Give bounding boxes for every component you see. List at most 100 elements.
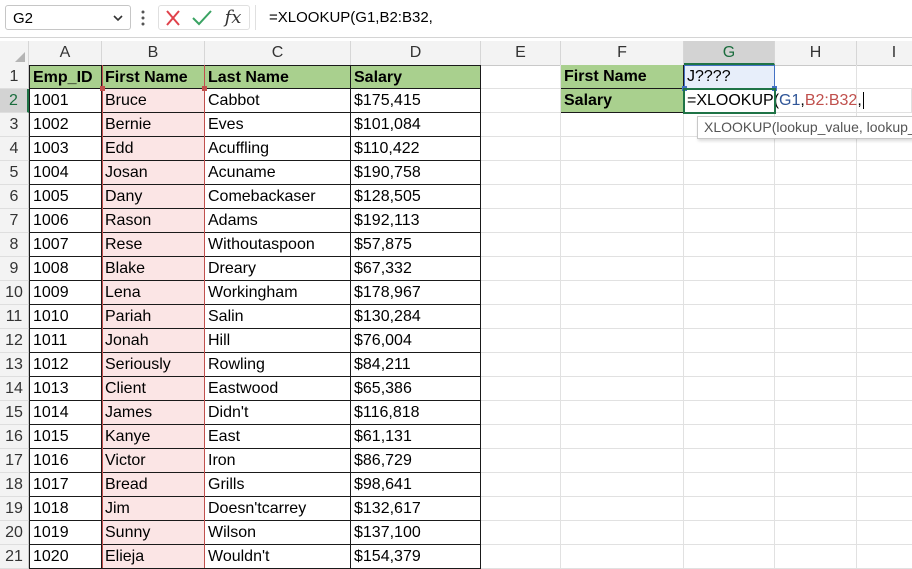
- empty-cell[interactable]: [561, 329, 684, 353]
- table-header-last[interactable]: Last Name: [205, 65, 351, 89]
- column-header-c[interactable]: C: [205, 41, 351, 65]
- empty-cell[interactable]: [775, 497, 857, 521]
- table-cell-first[interactable]: Rason: [102, 209, 205, 233]
- row-header-17[interactable]: 17: [0, 449, 29, 473]
- table-cell-last[interactable]: Acuname: [205, 161, 351, 185]
- row-header-10[interactable]: 10: [0, 281, 29, 305]
- table-cell-first[interactable]: Blake: [102, 257, 205, 281]
- empty-cell[interactable]: [857, 257, 912, 281]
- empty-cell[interactable]: [684, 425, 775, 449]
- empty-cell[interactable]: [561, 305, 684, 329]
- empty-cell[interactable]: [775, 137, 857, 161]
- table-cell-last[interactable]: Rowling: [205, 353, 351, 377]
- more-options-icon[interactable]: [140, 9, 146, 27]
- table-cell-first[interactable]: Client: [102, 377, 205, 401]
- row-header-8[interactable]: 8: [0, 233, 29, 257]
- table-cell-salary[interactable]: $154,379: [351, 545, 481, 569]
- row-header-16[interactable]: 16: [0, 425, 29, 449]
- empty-cell[interactable]: [857, 401, 912, 425]
- empty-cell[interactable]: [481, 281, 561, 305]
- empty-cell[interactable]: [561, 401, 684, 425]
- table-cell-last[interactable]: Acuffling: [205, 137, 351, 161]
- empty-cell[interactable]: [561, 449, 684, 473]
- table-cell-id[interactable]: 1017: [29, 473, 102, 497]
- table-cell-id[interactable]: 1016: [29, 449, 102, 473]
- empty-cell[interactable]: [857, 353, 912, 377]
- empty-cell[interactable]: [857, 305, 912, 329]
- table-cell-first[interactable]: Josan: [102, 161, 205, 185]
- cancel-icon[interactable]: [163, 9, 183, 27]
- empty-cell[interactable]: [481, 545, 561, 569]
- table-cell-salary[interactable]: $98,641: [351, 473, 481, 497]
- table-cell-salary[interactable]: $57,875: [351, 233, 481, 257]
- empty-cell[interactable]: [775, 353, 857, 377]
- empty-cell[interactable]: [775, 449, 857, 473]
- row-header-19[interactable]: 19: [0, 497, 29, 521]
- empty-cell[interactable]: [775, 257, 857, 281]
- table-cell-id[interactable]: 1015: [29, 425, 102, 449]
- table-cell-id[interactable]: 1005: [29, 185, 102, 209]
- table-cell-salary[interactable]: $137,100: [351, 521, 481, 545]
- table-cell-id[interactable]: 1018: [29, 497, 102, 521]
- table-cell-last[interactable]: Withoutaspoon: [205, 233, 351, 257]
- empty-cell[interactable]: [481, 377, 561, 401]
- row-header-7[interactable]: 7: [0, 209, 29, 233]
- empty-cell[interactable]: [684, 329, 775, 353]
- table-cell-salary[interactable]: $192,113: [351, 209, 481, 233]
- empty-cell[interactable]: [857, 449, 912, 473]
- empty-cell[interactable]: [684, 521, 775, 545]
- table-cell-salary[interactable]: $67,332: [351, 257, 481, 281]
- function-tooltip[interactable]: XLOOKUP(lookup_value, lookup_array,: [697, 116, 912, 139]
- select-all-corner[interactable]: [0, 41, 29, 65]
- empty-cell[interactable]: [857, 137, 912, 161]
- empty-cell[interactable]: [684, 305, 775, 329]
- table-cell-last[interactable]: Doesn'tcarrey: [205, 497, 351, 521]
- empty-cell[interactable]: [684, 473, 775, 497]
- empty-cell[interactable]: [684, 545, 775, 569]
- table-cell-salary[interactable]: $130,284: [351, 305, 481, 329]
- empty-cell[interactable]: [684, 497, 775, 521]
- empty-cell[interactable]: [684, 449, 775, 473]
- table-cell-first[interactable]: Rese: [102, 233, 205, 257]
- empty-cell[interactable]: [857, 473, 912, 497]
- table-cell-id[interactable]: 1011: [29, 329, 102, 353]
- empty-cell[interactable]: [857, 497, 912, 521]
- table-cell-id[interactable]: 1020: [29, 545, 102, 569]
- row-header-14[interactable]: 14: [0, 377, 29, 401]
- table-cell-id[interactable]: 1001: [29, 89, 102, 113]
- empty-cell[interactable]: [561, 377, 684, 401]
- table-cell-first[interactable]: Lena: [102, 281, 205, 305]
- empty-cell[interactable]: [481, 473, 561, 497]
- table-cell-salary[interactable]: $101,084: [351, 113, 481, 137]
- empty-cell[interactable]: [481, 137, 561, 161]
- table-cell-first[interactable]: James: [102, 401, 205, 425]
- empty-cell[interactable]: [481, 305, 561, 329]
- empty-cell[interactable]: [684, 281, 775, 305]
- empty-cell[interactable]: [857, 281, 912, 305]
- empty-cell[interactable]: [857, 545, 912, 569]
- empty-cell[interactable]: [561, 425, 684, 449]
- empty-cell[interactable]: [684, 185, 775, 209]
- chevron-down-icon[interactable]: [111, 11, 125, 25]
- empty-cell[interactable]: [857, 65, 912, 89]
- empty-cell[interactable]: [775, 521, 857, 545]
- table-cell-salary[interactable]: $65,386: [351, 377, 481, 401]
- row-header-18[interactable]: 18: [0, 473, 29, 497]
- table-cell-last[interactable]: Cabbot: [205, 89, 351, 113]
- table-cell-id[interactable]: 1004: [29, 161, 102, 185]
- table-cell-salary[interactable]: $190,758: [351, 161, 481, 185]
- empty-cell[interactable]: [857, 185, 912, 209]
- row-header-13[interactable]: 13: [0, 353, 29, 377]
- empty-cell[interactable]: [481, 449, 561, 473]
- empty-cell[interactable]: [775, 545, 857, 569]
- row-header-2[interactable]: 2: [0, 89, 29, 113]
- empty-cell[interactable]: [857, 377, 912, 401]
- table-cell-last[interactable]: Grills: [205, 473, 351, 497]
- row-header-21[interactable]: 21: [0, 545, 29, 569]
- empty-cell[interactable]: [561, 473, 684, 497]
- empty-cell[interactable]: [481, 425, 561, 449]
- empty-cell[interactable]: [775, 473, 857, 497]
- empty-cell[interactable]: [775, 65, 857, 89]
- empty-cell[interactable]: [561, 161, 684, 185]
- cell-g2[interactable]: =XLOOKUP(G1,B2:B32,​: [684, 89, 912, 113]
